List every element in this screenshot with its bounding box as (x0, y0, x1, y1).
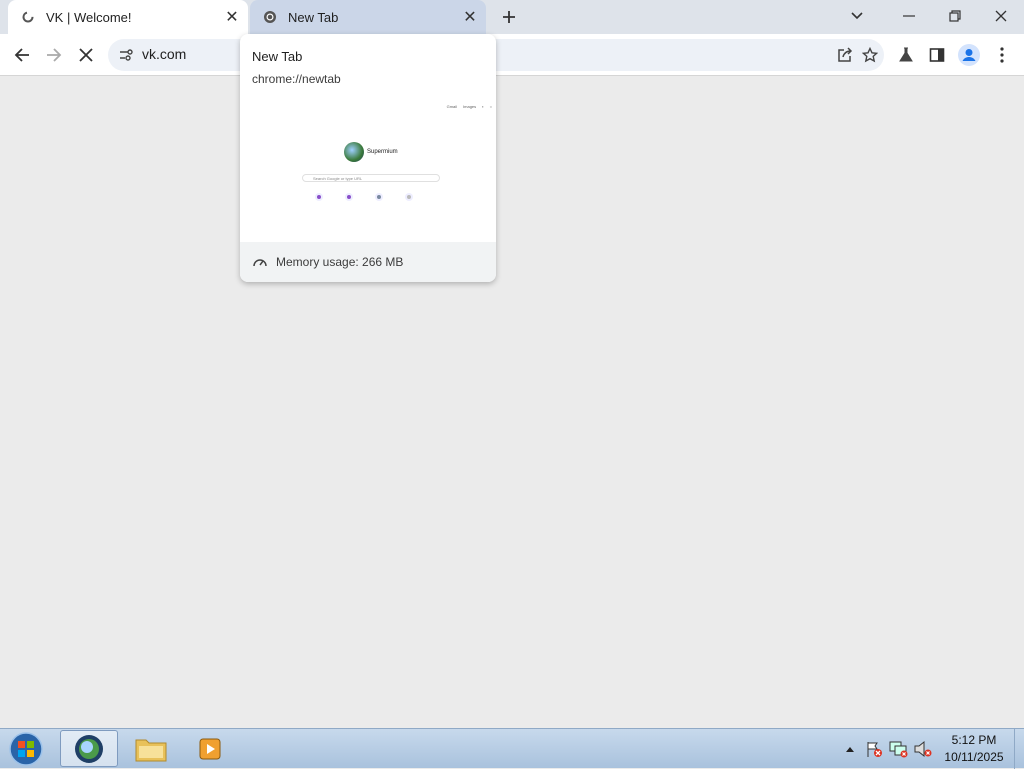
tab-title: New Tab (288, 9, 339, 25)
stop-loading-button[interactable] (70, 39, 102, 71)
tab-close-icon[interactable]: ✕ (222, 7, 242, 27)
address-bar[interactable]: vk.com (108, 39, 884, 71)
chromium-icon (262, 9, 278, 25)
menu-kebab-icon[interactable] (986, 39, 1018, 71)
volume-muted-icon[interactable] (912, 729, 934, 769)
preview-brand: Supermium (367, 149, 398, 155)
bookmark-star-icon[interactable] (854, 39, 886, 71)
side-panel-icon[interactable] (921, 39, 953, 71)
tab-title: VK | Welcome! (46, 9, 132, 25)
show-desktop-button[interactable] (1014, 729, 1024, 769)
hover-card-footer: Memory usage: 266 MB (240, 242, 496, 282)
memory-usage-text: Memory usage: 266 MB (276, 255, 404, 269)
start-button[interactable] (6, 731, 46, 767)
extensions-flask-icon[interactable] (890, 39, 922, 71)
url-text: vk.com (142, 46, 187, 62)
windows-taskbar: 5:12 PM 10/11/2025 (0, 728, 1024, 769)
memory-gauge-icon (252, 254, 268, 270)
folder-icon (135, 739, 167, 761)
close-window-button[interactable] (978, 0, 1024, 32)
forward-button[interactable] (38, 39, 70, 71)
preview-search-box: Search Google or type URL (302, 174, 440, 182)
preview-link: Images (463, 104, 477, 109)
loading-favicon-icon (20, 9, 36, 25)
preview-logo-icon (344, 142, 364, 162)
supermium-icon (75, 734, 103, 763)
tab-close-icon[interactable]: ✕ (460, 7, 480, 27)
taskbar-clock[interactable]: 5:12 PM 10/11/2025 (936, 732, 1012, 766)
minimize-button[interactable] (886, 0, 932, 32)
site-info-icon[interactable] (118, 47, 134, 63)
preview-shortcut (372, 193, 386, 204)
hover-card-url: chrome://newtab (252, 72, 341, 86)
tab-new-tab[interactable]: New Tab ✕ (250, 0, 486, 34)
tab-search-button[interactable] (834, 0, 880, 32)
tab-strip: VK | Welcome! ✕ New Tab ✕ (0, 0, 1024, 34)
media-player-icon (199, 738, 221, 759)
tab-hover-card: New Tab chrome://newtab Gmail Images ▪ ○… (240, 34, 496, 282)
show-hidden-icons-button[interactable] (843, 729, 857, 769)
preview-avatar-icon: ○ (489, 104, 492, 109)
tab-vk[interactable]: VK | Welcome! ✕ (8, 0, 248, 34)
taskbar-media-player-app[interactable] (182, 730, 240, 767)
new-tab-button[interactable] (497, 5, 521, 29)
preview-link: Gmail (446, 104, 458, 109)
clock-time: 5:12 PM (951, 733, 997, 747)
tab-preview-thumbnail: Gmail Images ▪ ○ Supermium Search Google… (240, 94, 496, 242)
preview-apps-icon: ▪ (482, 104, 484, 109)
preview-shortcut-add (402, 193, 416, 204)
network-icon[interactable] (888, 729, 910, 769)
clock-date: 10/11/2025 (944, 750, 1004, 764)
restore-button[interactable] (932, 0, 978, 32)
profile-avatar-icon[interactable] (953, 39, 985, 71)
hover-card-title: New Tab (252, 49, 303, 64)
browser-toolbar: vk.com (0, 34, 1024, 76)
preview-shortcuts (312, 193, 416, 204)
preview-shortcut (342, 193, 356, 204)
action-center-flag-icon[interactable] (864, 729, 884, 769)
preview-shortcut (312, 193, 326, 204)
preview-top-links: Gmail Images ▪ ○ (447, 104, 492, 109)
taskbar-browser-app[interactable] (60, 730, 118, 767)
taskbar-explorer-app[interactable] (122, 730, 180, 767)
back-button[interactable] (6, 39, 38, 71)
